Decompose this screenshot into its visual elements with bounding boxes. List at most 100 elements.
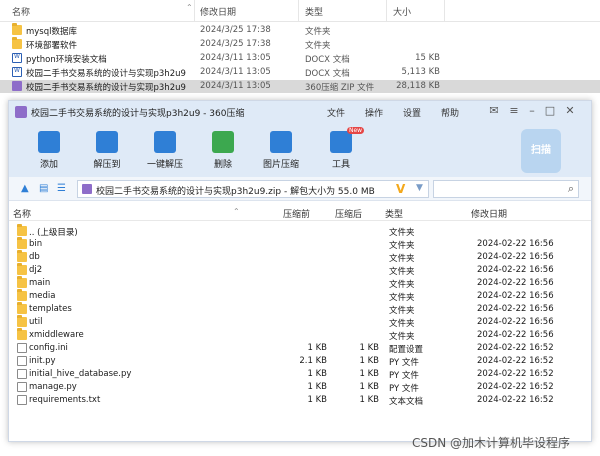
folder-icon xyxy=(17,224,27,236)
modified-date: 2024/3/11 13:05 xyxy=(200,81,271,91)
entry-packed-size: 1 KB xyxy=(307,382,327,392)
archive-row[interactable]: init.py 2.1 KB 1 KB PY 文件 2024-02-22 16:52 xyxy=(9,355,579,368)
archive-row[interactable]: .. (上级目录) 文件夹 xyxy=(9,224,579,238)
up-level-icon[interactable]: ▲ xyxy=(21,183,32,194)
archive-row[interactable]: db 文件夹 2024-02-22 16:56 xyxy=(9,250,579,264)
search-field[interactable]: ⌕ xyxy=(433,180,579,198)
modified-date: 2024/3/11 13:05 xyxy=(200,67,271,77)
archive-row[interactable]: xmiddleware 文件夹 2024-02-22 16:56 xyxy=(9,328,579,342)
entry-name: main xyxy=(29,278,51,288)
entry-type: 文件夹 xyxy=(389,228,415,238)
column-divider[interactable] xyxy=(194,0,195,22)
dropdown-icon[interactable]: ▼ xyxy=(416,183,423,193)
archive-row[interactable]: bin 文件夹 2024-02-22 16:56 xyxy=(9,237,579,251)
close-icon[interactable]: ✕ xyxy=(563,104,577,118)
column-size[interactable]: 大小 xyxy=(393,5,411,18)
entry-date: 2024-02-22 16:56 xyxy=(477,278,554,288)
delete-button[interactable]: 删除 xyxy=(195,127,251,175)
extract-to-button[interactable]: 解压到 xyxy=(79,127,135,175)
path-field[interactable]: 校园二手书交易系统的设计与实现p3h2u9.zip - 解包大小为 55.0 M… xyxy=(77,180,429,198)
entry-type: 文件夹 xyxy=(389,241,415,251)
path-text: 校园二手书交易系统的设计与实现p3h2u9.zip - 解包大小为 55.0 M… xyxy=(96,187,375,197)
col-date[interactable]: 修改日期 xyxy=(471,207,507,220)
zip-file-icon xyxy=(12,81,22,91)
file-name: 校园二手书交易系统的设计与实现p3h2u9 xyxy=(26,69,186,79)
add-button[interactable]: 添加 xyxy=(21,127,77,175)
image-compress-button[interactable]: 图片压缩 xyxy=(253,127,309,175)
entry-type: 文件夹 xyxy=(389,332,415,342)
archive-app-icon xyxy=(15,106,27,118)
toolbar: 添加 解压到 一键解压 删除 图片压缩 New 工具 扫描 xyxy=(9,123,591,177)
col-packed[interactable]: 压缩前 xyxy=(283,207,310,220)
image-compress-icon xyxy=(270,131,292,153)
delete-label: 删除 xyxy=(213,160,232,170)
maximize-icon[interactable]: □ xyxy=(543,104,557,118)
entry-packed-size: 2.1 KB xyxy=(299,356,327,366)
entry-type: 文件夹 xyxy=(389,254,415,264)
col-name[interactable]: 名称 xyxy=(13,207,31,220)
v-icon[interactable]: V xyxy=(396,182,405,196)
file-icon xyxy=(17,343,27,353)
archive-row[interactable]: util 文件夹 2024-02-22 16:56 xyxy=(9,315,579,329)
explorer-row[interactable]: 环境部署软件 2024/3/25 17:38 文件夹 xyxy=(0,37,600,51)
one-click-extract-button[interactable]: 一键解压 xyxy=(137,127,193,175)
file-name: 环境部署软件 xyxy=(26,41,78,51)
entry-name: xmiddleware xyxy=(29,330,84,340)
archive-row[interactable]: media 文件夹 2024-02-22 16:56 xyxy=(9,289,579,303)
archive-row[interactable]: initial_hive_database.py 1 KB 1 KB PY 文件 202… xyxy=(9,368,579,381)
sort-ascending-icon: ⌃ xyxy=(186,3,193,12)
list-view-icon[interactable]: ☰ xyxy=(57,183,68,194)
entry-packed-size: 1 KB xyxy=(307,369,327,379)
file-icon xyxy=(17,369,27,379)
explorer-row[interactable]: 校园二手书交易系统的设计与实现p3h2u9 2024/3/11 13:05 DOCX… xyxy=(0,66,600,79)
archive-row[interactable]: config.ini 1 KB 1 KB 配置设置 2024-02-22 16:52 xyxy=(9,342,579,355)
tools-button[interactable]: New 工具 xyxy=(313,127,369,175)
column-divider[interactable] xyxy=(386,0,387,22)
entry-name: .. (上级目录) xyxy=(29,228,78,238)
details-view-icon[interactable]: ▤ xyxy=(39,183,50,194)
tools-label: 工具 xyxy=(331,160,350,170)
search-icon[interactable]: ⌕ xyxy=(568,182,574,196)
extract-to-label: 解压到 xyxy=(93,160,121,170)
search-input[interactable] xyxy=(438,181,558,197)
entry-type: 文本文档 xyxy=(389,397,424,407)
entry-name: bin xyxy=(29,239,43,249)
file-type: DOCX 文档 xyxy=(305,69,350,79)
folder-icon xyxy=(12,37,22,49)
entry-date: 2024-02-22 16:56 xyxy=(477,330,554,340)
menu-settings[interactable]: 设置 xyxy=(403,106,421,119)
menu-help[interactable]: 帮助 xyxy=(441,106,459,119)
delete-icon xyxy=(212,131,234,153)
archive-row[interactable]: templates 文件夹 2024-02-22 16:56 xyxy=(9,302,579,316)
column-date[interactable]: 修改日期 xyxy=(200,5,236,18)
entry-name: initial_hive_database.py xyxy=(29,369,132,379)
column-type[interactable]: 类型 xyxy=(305,5,323,18)
menu-file[interactable]: 文件 xyxy=(327,106,345,119)
entry-unpacked-size: 1 KB xyxy=(359,382,379,392)
menu-list-icon[interactable]: ≡ xyxy=(507,104,521,118)
explorer-row[interactable]: python环境安装文档 2024/3/11 13:05 DOCX 文档 15 KB xyxy=(0,52,600,65)
archive-row[interactable]: main 文件夹 2024-02-22 16:56 xyxy=(9,276,579,290)
column-divider[interactable] xyxy=(298,0,299,22)
col-type[interactable]: 类型 xyxy=(385,207,403,220)
skin-icon[interactable]: ✉ xyxy=(487,104,501,118)
archive-row[interactable]: manage.py 1 KB 1 KB PY 文件 2024-02-22 16:52 xyxy=(9,381,579,394)
file-name: mysql数据库 xyxy=(26,27,77,37)
minimize-icon[interactable]: – xyxy=(525,104,539,118)
column-divider[interactable] xyxy=(444,0,445,22)
add-label: 添加 xyxy=(39,160,58,170)
menu-operations[interactable]: 操作 xyxy=(365,106,383,119)
folder-icon xyxy=(17,315,27,327)
title-bar[interactable]: 校园二手书交易系统的设计与实现p3h2u9 - 360压缩 文件 操作 设置 帮… xyxy=(9,101,591,123)
entry-type: 文件夹 xyxy=(389,293,415,303)
col-unpacked[interactable]: 压缩后 xyxy=(335,207,362,220)
archive-row[interactable]: requirements.txt 1 KB 1 KB 文本文档 2024-02-22 1… xyxy=(9,394,579,407)
entry-date: 2024-02-22 16:56 xyxy=(477,317,554,327)
explorer-row[interactable]: mysql数据库 2024/3/25 17:38 文件夹 xyxy=(0,23,600,37)
explorer-row[interactable]: 校园二手书交易系统的设计与实现p3h2u9 2024/3/11 13:05 360压… xyxy=(0,80,600,93)
scan-button[interactable]: 扫描 xyxy=(521,129,561,173)
entry-date: 2024-02-22 16:56 xyxy=(477,252,554,262)
archive-row[interactable]: dj2 文件夹 2024-02-22 16:56 xyxy=(9,263,579,277)
folder-icon xyxy=(17,302,27,314)
column-name[interactable]: 名称 xyxy=(12,5,30,18)
